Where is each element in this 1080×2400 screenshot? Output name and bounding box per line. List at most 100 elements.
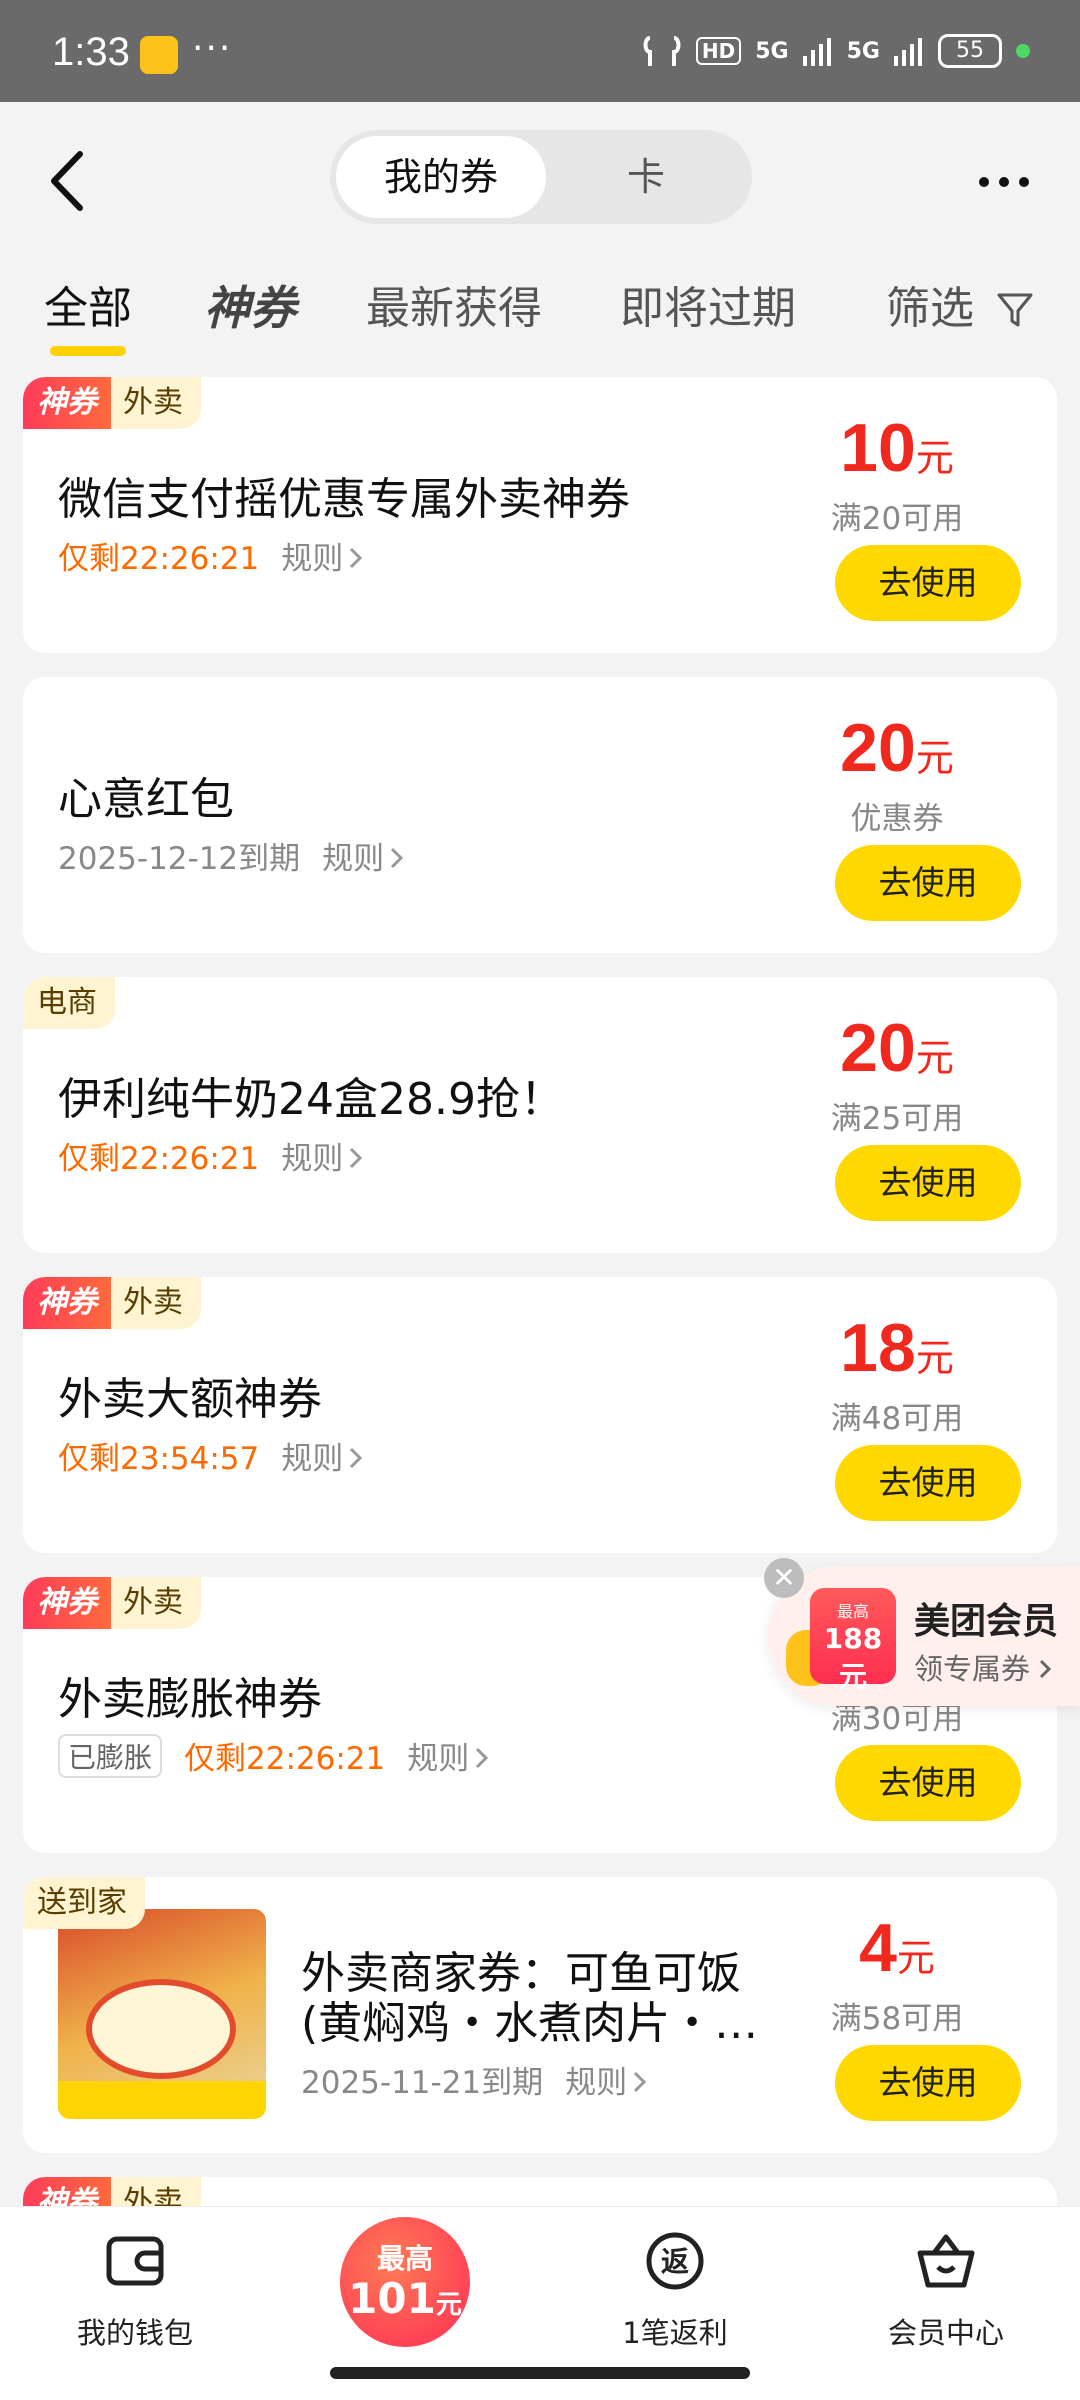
nav-rebate-label: 1笔返利 bbox=[622, 2316, 728, 2350]
hd-badge: HD bbox=[695, 37, 742, 65]
svg-text:返: 返 bbox=[661, 2245, 689, 2278]
coupon-amount: 20元 bbox=[797, 709, 997, 787]
rule-label: 规则 bbox=[322, 841, 385, 877]
rule-link[interactable]: 规则 bbox=[407, 1733, 489, 1778]
shen-coupon-tag: 神券 bbox=[23, 1577, 111, 1629]
expiry-date: 2025-12-12到期 bbox=[58, 841, 301, 877]
food-banner-graphic bbox=[58, 2081, 266, 2119]
coupon-condition: 满20可用 bbox=[830, 501, 964, 537]
countdown-timer: 仅剩22:26:21 bbox=[184, 1741, 386, 1777]
chevron-right-icon bbox=[350, 1147, 363, 1169]
back-arrow-icon[interactable] bbox=[40, 146, 100, 216]
rule-label: 规则 bbox=[565, 2065, 628, 2101]
header: 我的券 卡 全部 神券 最新获得 即将过期 筛选 bbox=[0, 102, 1080, 362]
tab-filter-label: 筛选 bbox=[886, 283, 974, 334]
tab-shen-coupons[interactable]: 神券 bbox=[204, 272, 296, 338]
member-coupon-graphic: 最高 188元 bbox=[810, 1588, 896, 1693]
rule-label: 规则 bbox=[281, 1441, 344, 1477]
chevron-right-icon bbox=[634, 2071, 647, 2093]
category-tag: 外卖 bbox=[111, 1577, 201, 1629]
rebate-icon: 返 bbox=[646, 2232, 704, 2290]
rule-link[interactable]: 规则 bbox=[322, 833, 404, 878]
rule-link[interactable]: 规则 bbox=[281, 533, 363, 578]
member-promo-float[interactable]: ✕ 最高 188元 美团会员 领专属券 bbox=[764, 1558, 1080, 1706]
reward-number: 101 bbox=[348, 2274, 436, 2323]
use-coupon-button[interactable]: 去使用 bbox=[835, 2045, 1021, 2121]
coupon-title: 心意红包 bbox=[58, 774, 234, 825]
coupon-condition: 满48可用 bbox=[830, 1401, 964, 1437]
use-coupon-button[interactable]: 去使用 bbox=[835, 845, 1021, 921]
coupon-condition: 优惠券 bbox=[850, 801, 944, 837]
segment-my-coupons[interactable]: 我的券 bbox=[336, 136, 546, 218]
amount-unit: 元 bbox=[915, 1336, 954, 1380]
amount-value: 18 bbox=[840, 1310, 916, 1386]
coupon-title: 外卖膨胀神券 bbox=[58, 1674, 322, 1725]
amount-unit: 元 bbox=[915, 1036, 954, 1080]
nav-rebate[interactable]: 返 1笔返利 bbox=[575, 2229, 775, 2352]
amount-unit: 元 bbox=[915, 736, 954, 780]
rule-label: 规则 bbox=[407, 1741, 470, 1777]
status-more-dots: ··· bbox=[192, 28, 233, 69]
nav-max-reward-badge[interactable]: 最高 101元 bbox=[340, 2217, 470, 2347]
rule-label: 规则 bbox=[281, 541, 344, 577]
category-tag: 外卖 bbox=[111, 377, 201, 429]
tab-all[interactable]: 全部 bbox=[44, 272, 132, 356]
coupon-tags: 神券 外卖 bbox=[23, 377, 201, 429]
coupon-card[interactable]: 神券 外卖 微信支付摇优惠专属外卖神券 仅剩22:26:21 规则 10元 满2… bbox=[23, 377, 1057, 653]
nav-member-center[interactable]: 会员中心 bbox=[846, 2229, 1046, 2352]
tab-newest[interactable]: 最新获得 bbox=[366, 272, 542, 336]
nav-wallet[interactable]: 我的钱包 bbox=[35, 2229, 235, 2352]
coupon-card[interactable]: 电商 伊利纯牛奶24盒28.9抢！ 仅剩22:26:21 规则 20元 满25可… bbox=[23, 977, 1057, 1253]
coupon-title-line2: (黄焖鸡・水煮肉片・… bbox=[301, 1998, 759, 2049]
expiry-date: 2025-11-21到期 bbox=[301, 2065, 544, 2101]
coupon-condition: 满58可用 bbox=[830, 2001, 964, 2037]
reward-value: 101元 bbox=[340, 2277, 470, 2327]
nav-wallet-label: 我的钱包 bbox=[76, 2316, 193, 2350]
more-menu-icon[interactable] bbox=[976, 172, 1032, 192]
reward-unit: 元 bbox=[435, 2290, 462, 2320]
status-time: 1:33 bbox=[52, 30, 130, 74]
coupon-title: 外卖大额神券 bbox=[58, 1374, 322, 1425]
coupon-card[interactable]: 送到家 外卖商家券：可鱼可饭 (黄焖鸡・水煮肉片・… 2025-11-21到期 … bbox=[23, 1877, 1057, 2153]
category-tag: 电商 bbox=[23, 977, 115, 1029]
coupon-tags: 送到家 bbox=[23, 1877, 145, 1929]
close-icon[interactable]: ✕ bbox=[764, 1558, 804, 1598]
crown-basket-icon bbox=[917, 2234, 975, 2288]
tab-filter[interactable]: 筛选 bbox=[886, 272, 1034, 336]
coupon-meta: 已膨胀 仅剩22:26:21 规则 bbox=[58, 1733, 489, 1778]
category-tag: 送到家 bbox=[23, 1877, 145, 1929]
status-indicators: HD 5G 5G 55 bbox=[642, 34, 1030, 68]
coupon-meta: 仅剩22:26:21 规则 bbox=[58, 1133, 363, 1178]
tab-expiring-soon[interactable]: 即将过期 bbox=[620, 272, 796, 336]
chevron-right-icon bbox=[1040, 1659, 1052, 1679]
use-coupon-button[interactable]: 去使用 bbox=[835, 1145, 1021, 1221]
rule-link[interactable]: 规则 bbox=[565, 2057, 647, 2102]
chevron-right-icon bbox=[476, 1747, 489, 1769]
home-indicator[interactable] bbox=[330, 2367, 750, 2379]
coupon-title: 微信支付摇优惠专属外卖神券 bbox=[58, 474, 630, 525]
expanded-badge: 已膨胀 bbox=[58, 1733, 163, 1778]
nav-member-label: 会员中心 bbox=[887, 2316, 1004, 2350]
promo-subtitle-text: 领专属券 bbox=[914, 1652, 1031, 1686]
countdown-timer: 仅剩22:26:21 bbox=[58, 541, 260, 577]
coupon-card[interactable]: 心意红包 2025-12-12到期 规则 20元 优惠券 去使用 bbox=[23, 677, 1057, 953]
use-coupon-button[interactable]: 去使用 bbox=[835, 1745, 1021, 1821]
filter-funnel-icon bbox=[997, 293, 1033, 327]
battery-icon: 55 bbox=[938, 34, 1002, 68]
amount-value: 10 bbox=[840, 410, 916, 486]
segment-cards[interactable]: 卡 bbox=[546, 136, 746, 218]
app-notification-icon bbox=[140, 36, 178, 74]
coupon-value: 188元 bbox=[823, 1622, 883, 1693]
coupon-top-label: 最高 bbox=[836, 1602, 869, 1621]
use-coupon-button[interactable]: 去使用 bbox=[835, 545, 1021, 621]
earbuds-icon bbox=[643, 36, 681, 66]
rule-link[interactable]: 规则 bbox=[281, 1133, 363, 1178]
merchant-food-image bbox=[58, 1909, 266, 2119]
privacy-dot bbox=[1016, 44, 1030, 58]
coupon-amount: 10元 bbox=[797, 409, 997, 487]
chevron-right-icon bbox=[350, 547, 363, 569]
wallet-icon bbox=[106, 2236, 164, 2286]
use-coupon-button[interactable]: 去使用 bbox=[835, 1445, 1021, 1521]
rule-link[interactable]: 规则 bbox=[281, 1433, 363, 1478]
coupon-card[interactable]: 神券 外卖 外卖大额神券 仅剩23:54:57 规则 18元 满48可用 去使用 bbox=[23, 1277, 1057, 1553]
